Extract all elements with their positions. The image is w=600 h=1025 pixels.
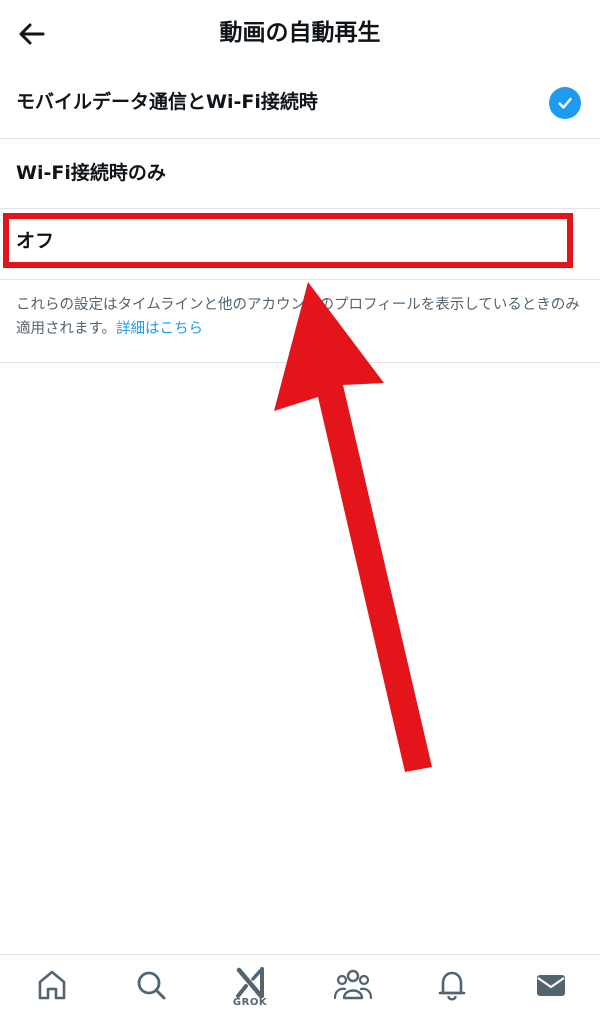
- option-wifi-only[interactable]: Wi-Fi接続時のみ: [0, 139, 600, 209]
- option-label: モバイルデータ通信とWi-Fi接続時: [16, 91, 318, 113]
- option-off[interactable]: オフ: [0, 209, 600, 280]
- home-icon: [38, 970, 66, 1000]
- grok-icon: [236, 967, 264, 999]
- option-label: Wi-Fi接続時のみ: [16, 162, 166, 184]
- communities-icon: [333, 969, 373, 1000]
- settings-note: これらの設定はタイムラインと他のアカウントのプロフィールを表示しているときのみ適…: [16, 293, 584, 341]
- bottom-tab-bar: GROK: [0, 954, 600, 1025]
- bell-icon: [438, 971, 466, 1001]
- tab-home[interactable]: [27, 967, 77, 1017]
- tab-search[interactable]: [126, 967, 176, 1017]
- option-label: オフ: [16, 230, 55, 252]
- top-app-bar: 動画の自動再生: [0, 0, 600, 68]
- learn-more-link[interactable]: 詳細はこちら: [116, 321, 203, 337]
- search-icon: [137, 971, 166, 1000]
- tab-grok[interactable]: GROK: [225, 967, 275, 1017]
- tab-messages[interactable]: [526, 967, 576, 1017]
- divider: [0, 362, 600, 363]
- checkmark-selected-icon: [549, 87, 581, 119]
- envelope-icon: [537, 975, 565, 996]
- tab-notifications[interactable]: [427, 967, 477, 1017]
- grok-caption: GROK: [232, 997, 268, 1008]
- note-text: これらの設定はタイムラインと他のアカウントのプロフィールを表示しているときのみ適…: [16, 297, 580, 337]
- tab-communities[interactable]: [328, 967, 378, 1017]
- option-mobile-and-wifi[interactable]: モバイルデータ通信とWi-Fi接続時: [0, 68, 600, 139]
- page-title: 動画の自動再生: [219, 20, 381, 46]
